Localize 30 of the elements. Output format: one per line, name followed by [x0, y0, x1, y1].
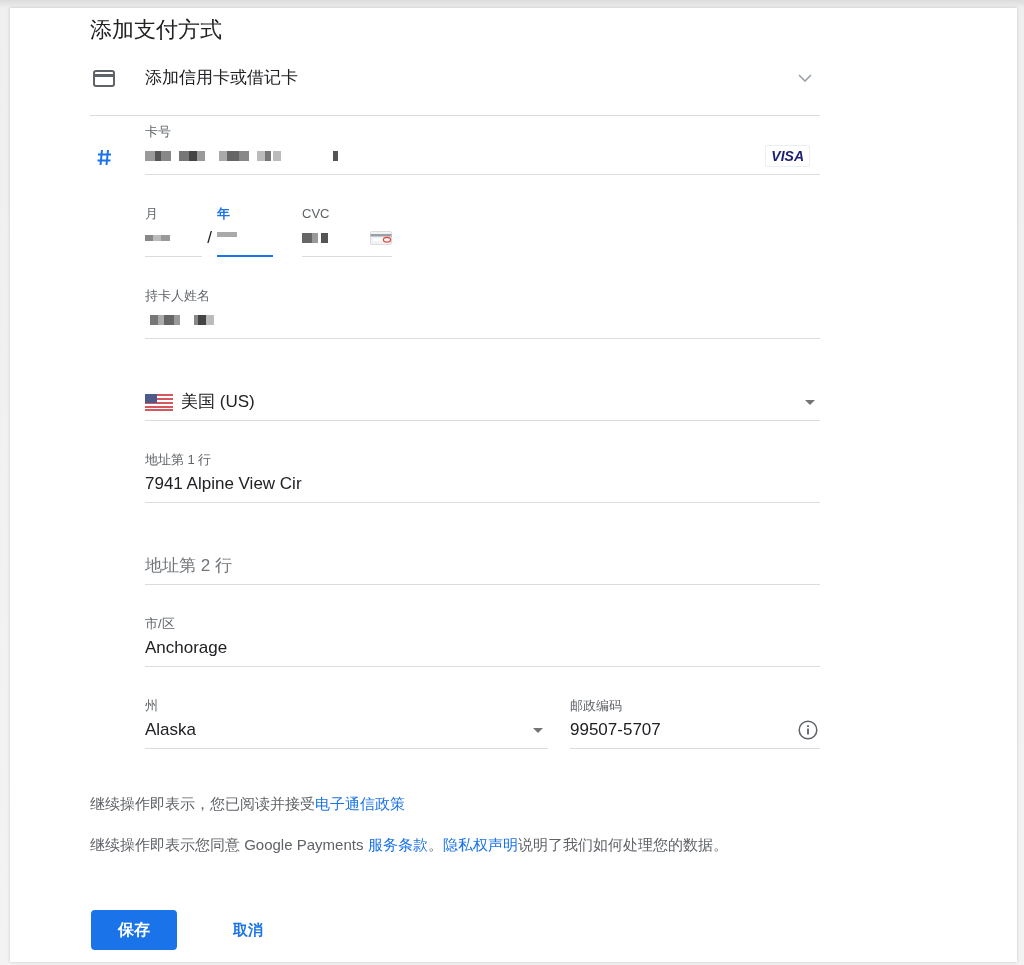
card-number-field[interactable]: 卡号 VISA: [145, 124, 820, 175]
cvc-field[interactable]: CVC: [302, 206, 392, 257]
inline-link[interactable]: 服务条款: [367, 836, 428, 853]
inline-link[interactable]: 电子通信政策: [315, 795, 405, 812]
expiry-month-field[interactable]: 月: [145, 206, 202, 257]
address-field[interactable]: 地址第 1 行 7941 Alpine View Cir: [145, 452, 820, 503]
flag-icon: [145, 393, 173, 411]
consent-notice: 继续操作即表示，您已阅读并接受电子通信政策: [90, 794, 406, 814]
address-field[interactable]: 市/区 Anchorage: [145, 616, 820, 667]
chevron-down-icon[interactable]: [798, 74, 812, 82]
state-select[interactable]: 州 Alaska: [145, 698, 548, 749]
consent-notice: 继续操作即表示您同意 Google Payments 服务条款。隐私权声明说明了我们如何处理您的数据。: [90, 835, 729, 855]
info-icon[interactable]: [798, 720, 818, 740]
page-title: 添加支付方式: [90, 16, 223, 44]
address-field[interactable]: 地址第 2 行: [145, 534, 820, 585]
cardholder-name-field[interactable]: 持卡人姓名: [145, 288, 820, 339]
card-back-icon: [370, 231, 392, 245]
date-separator: /: [206, 227, 213, 249]
postal-code-field[interactable]: 邮政编码 99507-5707: [570, 698, 820, 749]
country-select[interactable]: 美国 (US): [145, 370, 820, 421]
inline-link[interactable]: 隐私权声明: [442, 836, 518, 853]
card-brand-logo: VISA: [765, 145, 810, 167]
hash-icon: [97, 149, 112, 166]
payment-method-label[interactable]: 添加信用卡或借记卡: [145, 66, 298, 90]
credit-card-icon: [93, 69, 115, 87]
dropdown-arrow-icon: [533, 727, 543, 733]
expiry-year-field[interactable]: 年: [217, 206, 273, 257]
cancel-button[interactable]: 取消: [209, 910, 287, 950]
dropdown-arrow-icon: [805, 399, 815, 405]
save-button[interactable]: 保存: [91, 910, 177, 950]
